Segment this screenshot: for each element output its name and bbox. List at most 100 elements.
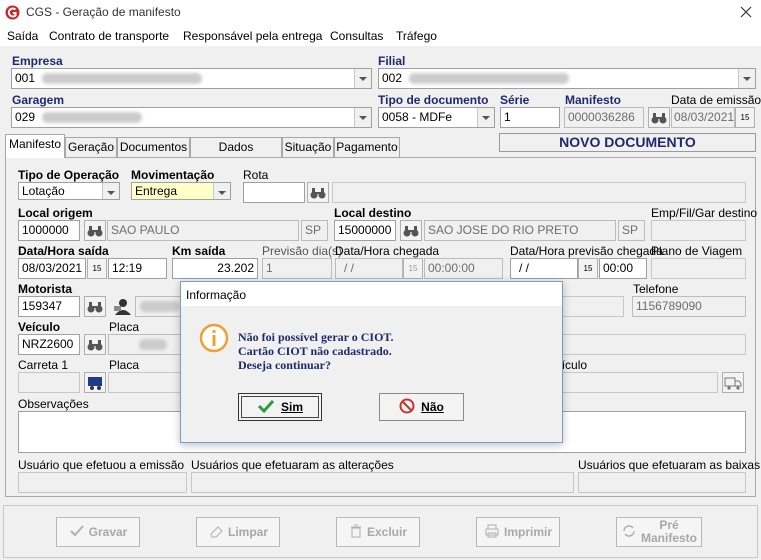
tipo-operacao-value: Lotação xyxy=(22,184,65,198)
refresh-icon xyxy=(621,523,637,542)
usuario-alteracoes-input xyxy=(191,472,574,493)
motorista-input[interactable]: 159347 xyxy=(18,296,80,317)
chevron-down-icon[interactable] xyxy=(354,69,371,88)
tipo-documento-select[interactable]: 0058 - MDFe xyxy=(378,107,495,128)
emp-fil-gar-input[interactable] xyxy=(651,220,746,241)
plano-viagem-input[interactable] xyxy=(651,258,746,279)
km-saida-label: Km saída xyxy=(172,244,226,258)
pre-manifesto-button[interactable]: Pré Manifesto xyxy=(616,517,702,547)
title-bar: CGS - Geração de manifesto xyxy=(0,0,761,26)
close-icon[interactable] xyxy=(737,3,755,21)
dialog-title: Informação xyxy=(186,288,247,302)
calendar-icon[interactable]: 15 xyxy=(735,107,755,128)
empresa-select[interactable]: 001 xyxy=(11,68,372,89)
menu-contrato[interactable]: Contrato de transporte xyxy=(49,29,169,43)
veiculo-input[interactable]: NRZ2600 xyxy=(18,334,80,355)
no-button[interactable]: Não xyxy=(379,393,464,421)
movimentacao-select[interactable]: Entrega xyxy=(131,182,231,200)
excluir-button[interactable]: Excluir xyxy=(336,517,420,547)
data-prev-chegada-input[interactable]: / / xyxy=(510,258,578,279)
tipo-operacao-select[interactable]: Lotação xyxy=(18,182,120,200)
binoculars-icon[interactable] xyxy=(84,296,106,317)
data-chegada-input[interactable]: / / xyxy=(335,258,403,279)
truck-icon[interactable] xyxy=(722,372,744,393)
check-icon xyxy=(69,524,85,541)
manifesto-label: Manifesto xyxy=(565,93,622,107)
excluir-label: Excluir xyxy=(366,525,408,539)
filial-select[interactable]: 002 xyxy=(378,68,756,89)
limpar-button[interactable]: Limpar xyxy=(196,517,280,547)
binoculars-icon[interactable] xyxy=(400,220,422,241)
tab-dados-adicionais[interactable]: Dados adicionais xyxy=(190,137,282,173)
empresa-value: 001 xyxy=(15,71,36,85)
no-entry-icon xyxy=(399,398,415,417)
telefone-input[interactable]: 1156789090 xyxy=(632,296,746,317)
imprimir-label: Imprimir xyxy=(503,525,552,539)
filial-label: Filial xyxy=(378,54,406,68)
origem-uf: SP xyxy=(301,220,328,241)
carreta-label: Carreta 1 xyxy=(18,358,69,372)
app-logo-icon xyxy=(5,5,20,20)
chevron-down-icon[interactable] xyxy=(477,108,494,127)
local-destino-label: Local destino xyxy=(334,206,412,220)
yes-button[interactable]: Sim xyxy=(238,393,322,421)
tab-pagamento[interactable]: Pagamento xyxy=(334,137,400,157)
previsao-input[interactable]: 1 xyxy=(262,258,332,279)
chevron-down-icon[interactable] xyxy=(354,108,371,127)
tab-situacao[interactable]: Situação xyxy=(282,137,334,157)
manifesto-input[interactable]: 0000036286 xyxy=(564,107,644,128)
tab-geracao[interactable]: Geração xyxy=(65,137,117,157)
serie-label: Série xyxy=(500,93,530,107)
dialog-message: Não foi possível gerar o CIOT. Cartão CI… xyxy=(238,330,394,372)
window-title: CGS - Geração de manifesto xyxy=(26,5,181,19)
carreta-input[interactable] xyxy=(18,372,80,393)
redacted-text xyxy=(42,73,202,84)
origem-code-input[interactable]: 1000000 xyxy=(18,220,80,241)
no-label: Não xyxy=(421,400,444,414)
calendar-icon[interactable]: 15 xyxy=(403,258,423,279)
imprimir-button[interactable]: Imprimir xyxy=(476,517,560,547)
chevron-down-icon[interactable] xyxy=(102,183,119,199)
menu-saida[interactable]: Saída xyxy=(7,29,38,43)
usuario-emissao-input xyxy=(18,472,187,493)
hora-saida-input[interactable]: 12:19 xyxy=(108,258,167,279)
gravar-button[interactable]: Gravar xyxy=(56,517,140,547)
hora-chegada-input[interactable]: 00:00:00 xyxy=(424,258,503,279)
garagem-label: Garagem xyxy=(12,93,65,107)
destino-code-input[interactable]: 15000000 xyxy=(334,220,396,241)
calendar-icon[interactable]: 15 xyxy=(578,258,598,279)
driver-icon[interactable] xyxy=(111,296,133,317)
status-banner: NOVO DOCUMENTO xyxy=(499,133,756,152)
data-emissao-input[interactable]: 08/03/2021 xyxy=(671,107,735,128)
tab-manifesto[interactable]: Manifesto xyxy=(5,134,65,158)
chevron-down-icon[interactable] xyxy=(738,69,755,88)
gravar-label: Gravar xyxy=(88,525,128,539)
trash-icon xyxy=(349,524,363,541)
data-saida-input[interactable]: 08/03/2021 xyxy=(18,258,86,279)
menu-consultas[interactable]: Consultas xyxy=(330,29,383,43)
chevron-down-icon[interactable] xyxy=(213,183,230,199)
redacted-text xyxy=(140,301,180,312)
binoculars-icon[interactable] xyxy=(648,107,670,128)
rota-input[interactable] xyxy=(243,182,305,203)
binoculars-icon[interactable] xyxy=(84,334,106,355)
redacted-text xyxy=(409,73,569,84)
emp-fil-gar-label: Emp/Fil/Gar destino xyxy=(651,206,758,220)
truck-search-icon[interactable] xyxy=(84,372,106,393)
observacoes-label: Observações xyxy=(18,397,89,411)
menu-responsavel[interactable]: Responsável pela entrega xyxy=(183,29,322,43)
tipo-documento-value: 0058 - MDFe xyxy=(382,110,453,124)
eraser-icon xyxy=(208,524,224,541)
binoculars-icon[interactable] xyxy=(84,220,106,241)
calendar-icon[interactable]: 15 xyxy=(87,258,107,279)
km-saida-input[interactable]: 23.202 xyxy=(172,258,258,279)
menu-trafego[interactable]: Tráfego xyxy=(396,29,437,43)
placa-label: Placa xyxy=(109,320,140,334)
hora-prev-chegada-input[interactable]: 00:00 xyxy=(599,258,647,279)
empresa-label: Empresa xyxy=(12,54,63,68)
motorista-name xyxy=(135,296,185,317)
binoculars-icon[interactable] xyxy=(307,182,329,203)
tab-documentos[interactable]: Documentos xyxy=(117,137,190,157)
garagem-select[interactable]: 029 xyxy=(11,107,372,128)
serie-input[interactable]: 1 xyxy=(500,107,560,128)
